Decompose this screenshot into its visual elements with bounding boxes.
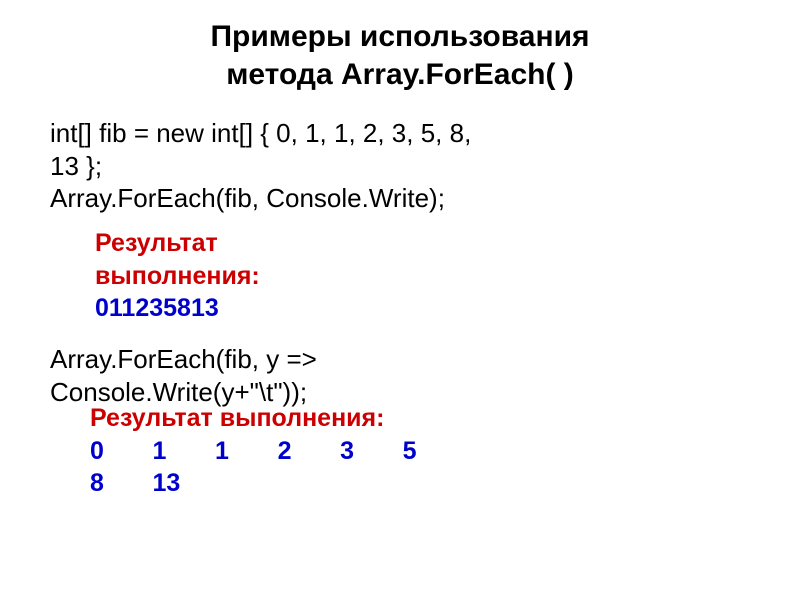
slide-content: Примеры использования метода Array.ForEa… xyxy=(0,0,800,600)
result1-output: 011235813 xyxy=(95,292,260,325)
result1-label-line1: Результат xyxy=(95,229,218,257)
title-line-2: метода Array.ForEach( ) xyxy=(226,58,574,91)
result1-label-line2: выполнения: xyxy=(95,262,260,290)
code2-line1: Array.ForEach(fib, y => xyxy=(50,343,317,376)
code1-line1: int[] fib = new int[] { 0, 1, 1, 2, 3, 5… xyxy=(50,117,750,150)
result1-label: Результат выполнения: xyxy=(95,227,260,292)
code1-line2: 13 }; xyxy=(50,150,750,183)
result2-output: 0 1 1 2 3 5 8 13 xyxy=(90,435,417,500)
code-example-1: int[] fib = new int[] { 0, 1, 1, 2, 3, 5… xyxy=(50,117,750,215)
result2-label: Результат выполнения: xyxy=(90,402,417,435)
result-block-2: Результат выполнения: 0 1 1 2 3 5 8 13 xyxy=(90,402,417,500)
code-example-2: Array.ForEach(fib, y => Console.Write(y+… xyxy=(50,343,317,408)
slide-title: Примеры использования метода Array.ForEa… xyxy=(50,18,750,93)
title-line-1: Примеры использования xyxy=(210,20,589,53)
result-block-1: Результат выполнения: 011235813 xyxy=(95,227,260,325)
code1-line3: Array.ForEach(fib, Console.Write); xyxy=(50,182,750,215)
result2-output-line1: 0 1 1 2 3 5 xyxy=(90,437,417,465)
result2-output-line2: 8 13 xyxy=(90,469,180,497)
